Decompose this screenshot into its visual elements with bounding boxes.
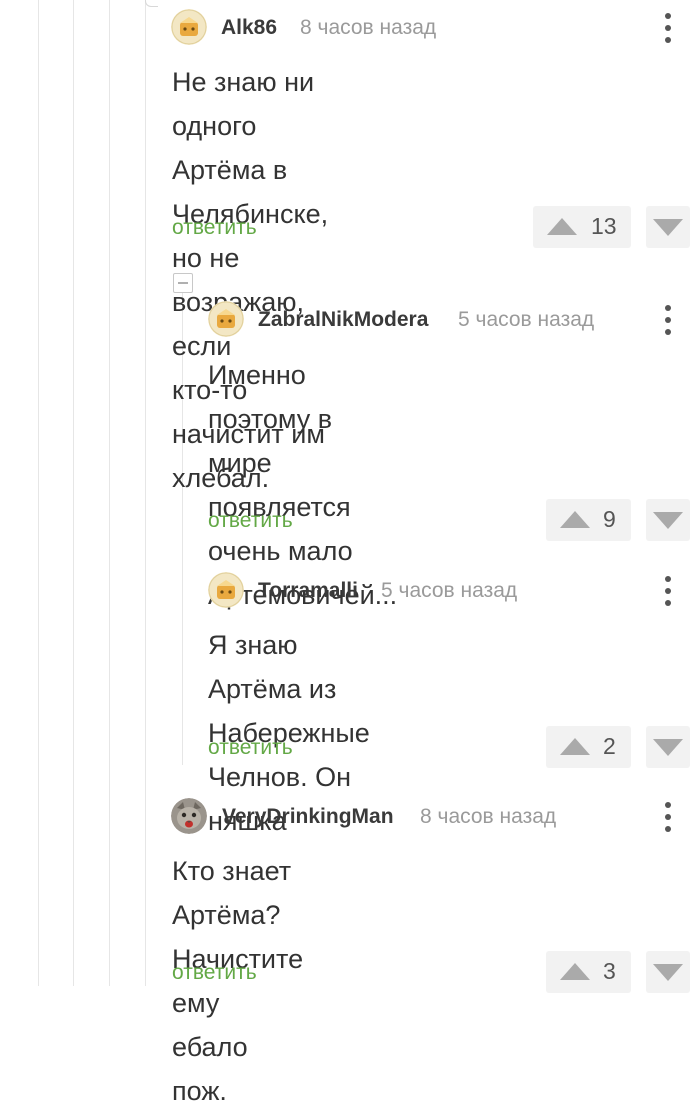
reply-link[interactable]: ответить bbox=[172, 216, 257, 240]
upvote-button[interactable]: 13 bbox=[533, 206, 631, 248]
downvote-button[interactable] bbox=[646, 951, 690, 993]
downvote-button[interactable] bbox=[646, 206, 690, 248]
downvote-icon bbox=[653, 219, 683, 236]
more-options-icon[interactable] bbox=[658, 799, 678, 835]
comment-author[interactable]: ZabralNikModera bbox=[258, 308, 428, 332]
rating-count: 2 bbox=[603, 733, 616, 759]
upvote-button[interactable]: 3 bbox=[546, 951, 631, 993]
upvote-button[interactable]: 2 bbox=[546, 726, 631, 768]
thread-connector bbox=[145, 0, 158, 7]
comment-line: Челнов. Он няшка bbox=[208, 762, 352, 836]
default-avatar-icon[interactable] bbox=[171, 9, 207, 45]
upvote-icon bbox=[560, 963, 590, 980]
comment-time: 8 часов назад bbox=[420, 805, 557, 828]
rating-count: 13 bbox=[591, 213, 617, 239]
rating-count: 3 bbox=[603, 958, 616, 984]
downvote-button[interactable] bbox=[646, 726, 690, 768]
comment-time: 8 часов назад bbox=[300, 16, 437, 39]
downvote-button[interactable] bbox=[646, 499, 690, 541]
comment-line: Не знаю ни одного Артёма в bbox=[172, 67, 315, 185]
collapse-thread-button[interactable] bbox=[173, 273, 193, 293]
upvote-icon bbox=[547, 218, 577, 235]
rating-count: 9 bbox=[603, 506, 616, 532]
comment-author[interactable]: Alk86 bbox=[221, 16, 277, 40]
upvote-icon bbox=[560, 738, 590, 755]
comment-line: ебало пож. bbox=[172, 1032, 248, 1106]
reply-link[interactable]: ответить bbox=[172, 961, 257, 985]
thread-line bbox=[73, 0, 74, 986]
reply-link[interactable]: ответить bbox=[208, 509, 293, 533]
more-options-icon[interactable] bbox=[658, 10, 678, 46]
comment-time: 5 часов назад bbox=[381, 579, 518, 602]
cat-avatar-icon[interactable] bbox=[171, 798, 207, 834]
more-options-icon[interactable] bbox=[658, 302, 678, 338]
comment-author[interactable]: VeryDrinkingMan bbox=[222, 805, 394, 829]
upvote-button[interactable]: 9 bbox=[546, 499, 631, 541]
downvote-icon bbox=[653, 512, 683, 529]
downvote-icon bbox=[653, 964, 683, 981]
comment-author[interactable]: Torramalli bbox=[258, 579, 358, 603]
comment-time: 5 часов назад bbox=[458, 308, 595, 331]
more-options-icon[interactable] bbox=[658, 573, 678, 609]
default-avatar-icon[interactable] bbox=[208, 572, 244, 608]
thread-line bbox=[145, 0, 146, 986]
default-avatar-icon[interactable] bbox=[208, 301, 244, 337]
comment-line: Именно поэтому в мире bbox=[208, 360, 333, 478]
downvote-icon bbox=[653, 739, 683, 756]
thread-line bbox=[38, 0, 39, 986]
thread-line bbox=[109, 0, 110, 986]
reply-link[interactable]: ответить bbox=[208, 736, 293, 760]
upvote-icon bbox=[560, 511, 590, 528]
comment-line: Кто знает Артёма? Начистите ему bbox=[172, 856, 304, 1018]
